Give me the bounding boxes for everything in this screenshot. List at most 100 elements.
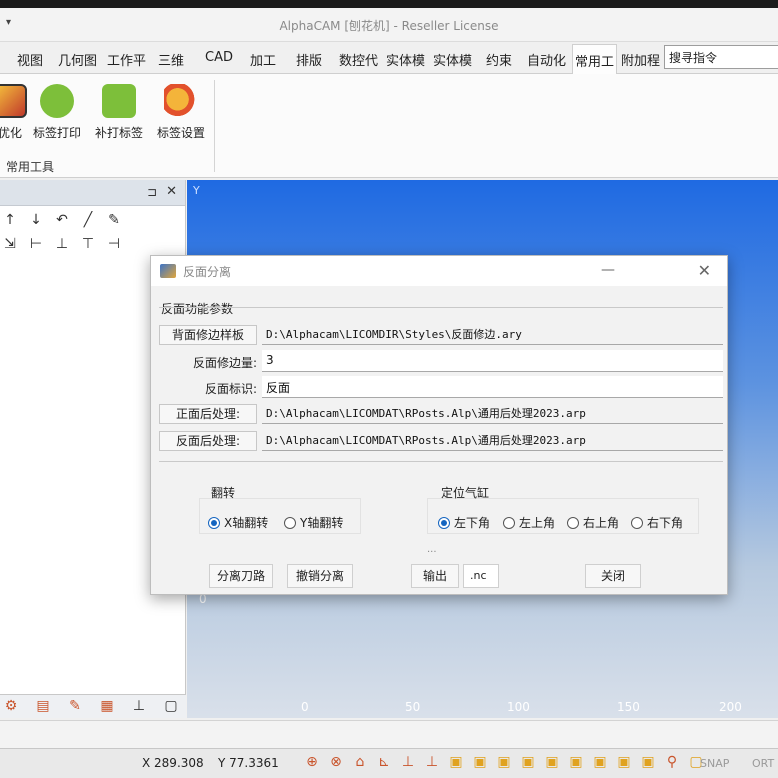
output-button[interactable]: 输出 [411, 564, 459, 588]
status-icon-10[interactable]: ▣ [518, 754, 538, 770]
status-icon-6[interactable]: ⊥ [422, 754, 442, 770]
app-window: ▾ AlphaCAM [刨花机] - Reseller License 视图 几… [0, 8, 778, 778]
cylinder-bottom-right-radio[interactable]: 右下角 [631, 514, 683, 531]
back-post-processor-button[interactable]: 反面后处理: [159, 431, 257, 451]
x-tick-100: 100 [507, 700, 530, 714]
label-settings-icon [164, 84, 198, 118]
ribbon-tabs: 视图 几何图 工作平 三维 CAD 加工 排版 数控代 实体模 实体模 约束 自… [0, 42, 778, 75]
status-icon-13[interactable]: ▣ [590, 754, 610, 770]
title-bar: ▾ AlphaCAM [刨花机] - Reseller License [0, 8, 778, 42]
status-icon-8[interactable]: ▣ [470, 754, 490, 770]
status-icon-14[interactable]: ▣ [614, 754, 634, 770]
radio-selected-icon [208, 516, 220, 529]
tab-3d[interactable]: 三维 [158, 50, 184, 69]
back-mark-input[interactable]: 反面 [262, 376, 723, 398]
settings-icon[interactable]: ⚙ [0, 695, 22, 718]
status-icon-9[interactable]: ▣ [494, 754, 514, 770]
tab-solid-model-2[interactable]: 实体模 [433, 50, 472, 69]
flip-group-title: 翻转 [211, 486, 236, 500]
ribbon-panel: 优化 标签打印 补打标签 标签设置 常用工具 [0, 74, 778, 178]
status-icon-1[interactable]: ⊕ [302, 754, 322, 770]
align-top-icon[interactable]: ⊤ [78, 236, 98, 256]
flip-x-radio[interactable]: X轴翻转 [208, 514, 268, 531]
line-icon[interactable]: ╱ [78, 212, 98, 232]
undo-split-button[interactable]: 撤销分离 [287, 564, 353, 588]
tab-cad[interactable]: CAD [205, 50, 233, 65]
dialog-title: 反面分离 [183, 265, 232, 279]
cylinder-bottom-left-radio[interactable]: 左下角 [438, 514, 490, 531]
x-tick-50: 50 [405, 700, 421, 714]
status-icon-15[interactable]: ▣ [638, 754, 658, 770]
tab-geometry[interactable]: 几何图 [58, 50, 97, 69]
tab-nesting[interactable]: 排版 [296, 50, 322, 69]
undo-icon[interactable]: ↶ [52, 212, 72, 232]
tab-common-tools[interactable]: 常用工 [572, 44, 618, 75]
align-right-icon[interactable]: ⊣ [104, 236, 124, 256]
status-icon-11[interactable]: ▣ [542, 754, 562, 770]
section-title: 反面功能参数 [161, 302, 234, 316]
tab-addins[interactable]: 附加程 [621, 50, 660, 69]
close-button[interactable]: 关闭 [585, 564, 641, 588]
ortho-toggle[interactable]: ORT [752, 757, 774, 770]
back-trim-template-button[interactable]: 背面修边样板 [159, 325, 257, 345]
status-icon-7[interactable]: ▣ [446, 754, 466, 770]
move-down-icon[interactable]: ↓ [26, 212, 46, 232]
status-icon-3[interactable]: ⌂ [350, 754, 370, 770]
status-icon-4[interactable]: ⊾ [374, 754, 394, 770]
page-icon[interactable]: ▢ [160, 695, 182, 718]
panel-close-icon[interactable]: ✕ [166, 184, 177, 199]
tab-nc-code[interactable]: 数控代 [339, 50, 378, 69]
resize-grip: ... [427, 544, 437, 555]
label-print-icon [40, 84, 74, 118]
pin-icon[interactable]: ⊐ [147, 185, 157, 199]
cylinder-top-left-radio[interactable]: 左上角 [503, 514, 555, 531]
status-icon-16[interactable]: ⚲ [662, 754, 682, 770]
align-left-icon[interactable]: ⊢ [26, 236, 46, 256]
tab-workplane[interactable]: 工作平 [107, 50, 146, 69]
reprint-label-button[interactable]: 补打标签 [91, 84, 147, 141]
back-trim-template-field[interactable]: D:\Alphacam\LICOMDIR\Styles\反面修边.ary [262, 323, 723, 345]
split-path-button[interactable]: 分离刀路 [209, 564, 273, 588]
output-extension-field[interactable]: .nc [463, 564, 499, 588]
x-coordinate: X 289.308 [142, 756, 204, 770]
status-icon-12[interactable]: ▣ [566, 754, 586, 770]
front-post-processor-button[interactable]: 正面后处理: [159, 404, 257, 424]
snap-toggle[interactable]: SNAP [700, 757, 729, 770]
x-tick-0: 0 [301, 700, 309, 714]
optimize-button[interactable]: 优化 [0, 84, 30, 141]
radio-selected-icon [438, 516, 450, 529]
tab-constraints[interactable]: 约束 [486, 50, 512, 69]
move-up-icon[interactable]: ↑ [0, 212, 20, 232]
tab-automation[interactable]: 自动化 [527, 50, 566, 69]
cylinder-top-right-radio[interactable]: 右上角 [567, 514, 619, 531]
cylinder-group-title: 定位气缸 [441, 486, 490, 500]
panel-bottom-toolbar: ⚙ ▤ ✎ ▦ ⊥ ▢ [0, 694, 186, 718]
label-print-button[interactable]: 标签打印 [29, 84, 85, 141]
align-bottom-icon[interactable]: ⊥ [52, 236, 72, 256]
minimize-icon[interactable]: — [601, 262, 615, 278]
expand-icon[interactable]: ⇲ [0, 236, 20, 256]
edit-icon[interactable]: ✎ [64, 695, 86, 718]
grid-icon[interactable]: ▦ [96, 695, 118, 718]
search-command-input[interactable]: 搜寻指令 [664, 45, 778, 69]
origin-icon[interactable]: ⊥ [128, 695, 150, 718]
tab-solid-model-1[interactable]: 实体模 [386, 50, 425, 69]
command-strip [0, 720, 778, 748]
status-icon-2[interactable]: ⊗ [326, 754, 346, 770]
label-settings-button[interactable]: 标签设置 [153, 84, 209, 141]
back-trim-amount-input[interactable]: 3 [262, 350, 723, 372]
tab-machining[interactable]: 加工 [250, 50, 276, 69]
flip-y-radio[interactable]: Y轴翻转 [284, 514, 343, 531]
layers-icon[interactable]: ▤ [32, 695, 54, 718]
back-trim-amount-label: 反面修边量: [192, 356, 257, 370]
pen-icon[interactable]: ✎ [104, 212, 124, 232]
ribbon-group-label: 常用工具 [6, 160, 55, 174]
x-tick-200: 200 [719, 700, 742, 714]
x-tick-150: 150 [617, 700, 640, 714]
status-icon-5[interactable]: ⊥ [398, 754, 418, 770]
fields-divider [159, 461, 723, 462]
back-post-processor-field[interactable]: D:\Alphacam\LICOMDAT\RPosts.Alp\通用后处理202… [262, 429, 723, 451]
front-post-processor-field[interactable]: D:\Alphacam\LICOMDAT\RPosts.Alp\通用后处理202… [262, 402, 723, 424]
close-icon[interactable]: ✕ [698, 261, 711, 280]
tab-view[interactable]: 视图 [17, 50, 43, 69]
